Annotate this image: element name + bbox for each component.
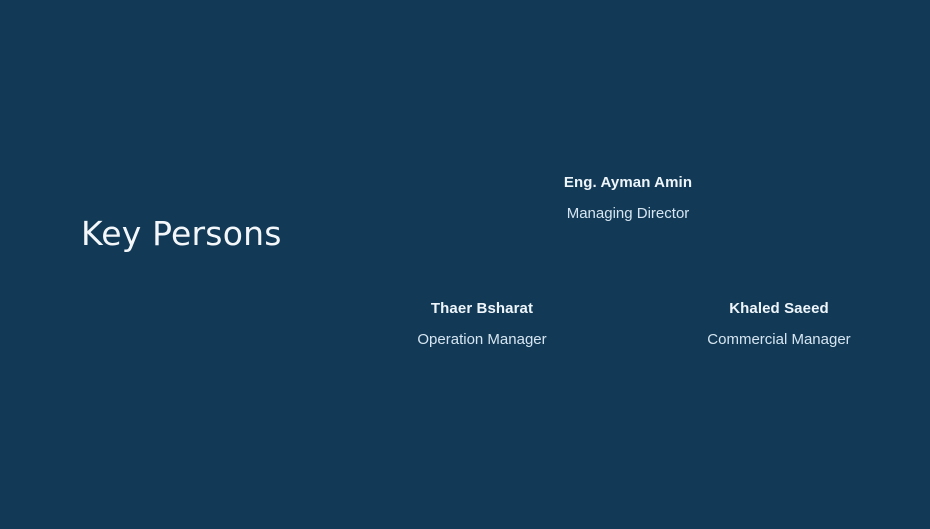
person-role: Operation Manager xyxy=(417,331,547,348)
person-name: Khaled Saeed xyxy=(729,300,829,317)
person-role: Commercial Manager xyxy=(707,331,851,348)
slide-canvas: Key Persons Eng. Ayman Amin Managing Dir… xyxy=(0,0,930,529)
person-name: Thaer Bsharat xyxy=(430,300,534,317)
person-name: Eng. Ayman Amin xyxy=(563,174,693,191)
page-title: Key Persons xyxy=(81,214,282,253)
person-role: Managing Director xyxy=(566,205,690,222)
key-person-operation-manager: Thaer Bsharat Operation Manager xyxy=(372,300,592,349)
key-person-commercial-manager: Khaled Saeed Commercial Manager xyxy=(669,300,889,349)
key-person-managing-director: Eng. Ayman Amin Managing Director xyxy=(518,174,738,223)
